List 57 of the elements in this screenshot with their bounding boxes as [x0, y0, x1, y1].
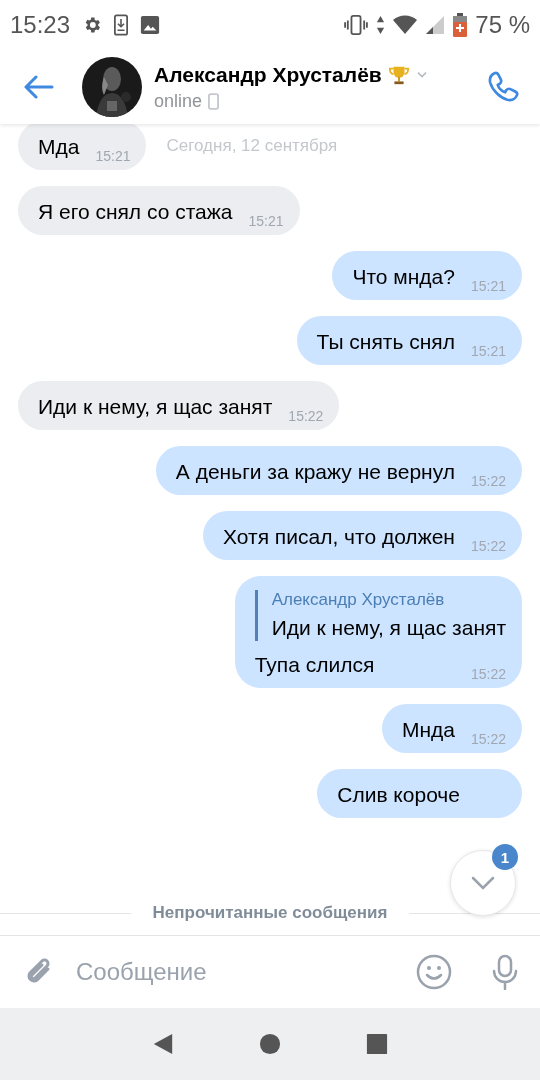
- clock-time: 15:23: [10, 11, 71, 39]
- outgoing-message[interactable]: Хотя писал, что должен 15:22: [203, 511, 522, 560]
- incoming-message[interactable]: Мда 15:21: [18, 121, 147, 170]
- data-arrows-icon: [376, 15, 386, 35]
- quoted-author: Александр Хрусталёв: [271, 590, 446, 610]
- message-time: 15:21: [95, 148, 131, 164]
- emoji-smile-icon[interactable]: [416, 954, 452, 990]
- chevron-down-icon[interactable]: [415, 70, 428, 79]
- outgoing-message[interactable]: Слив короче: [317, 769, 522, 818]
- outgoing-message[interactable]: Ты снять снял 15:21: [296, 316, 522, 365]
- microphone-icon[interactable]: [492, 954, 518, 990]
- message-text: Мнда: [401, 717, 455, 743]
- outgoing-message[interactable]: Что мнда? 15:21: [332, 251, 522, 300]
- outgoing-message[interactable]: Мнда 15:22: [381, 704, 522, 753]
- message-text: Я его снял со стажа: [38, 199, 233, 225]
- signal-icon: [425, 15, 446, 35]
- outgoing-message[interactable]: А деньги за кражу не вернул 15:22: [155, 446, 522, 495]
- message-time: 15:21: [248, 213, 284, 229]
- mobile-phone-icon: [208, 92, 220, 110]
- recents-square-icon[interactable]: [365, 1033, 388, 1055]
- message-text: Ты снять снял: [316, 329, 455, 355]
- unread-divider-label: Непрочитанные сообщения: [152, 903, 388, 923]
- image-icon: [140, 15, 161, 35]
- message-text: Хотя писал, что должен: [223, 524, 455, 550]
- message-time: 15:22: [470, 538, 506, 554]
- message-text: Мда: [38, 134, 80, 160]
- online-status: online: [154, 90, 203, 112]
- unread-count-badge: 1: [492, 844, 518, 870]
- chevron-down-icon: [471, 876, 495, 890]
- incoming-message[interactable]: Я его снял со стажа 15:21: [18, 186, 300, 235]
- incoming-message[interactable]: Иди к нему, я щас занят 15:22: [18, 381, 340, 430]
- message-text: Тупа слился: [254, 652, 375, 678]
- contact-name: Александр Хрусталёв: [154, 62, 382, 87]
- phone-download-icon: [114, 14, 129, 36]
- wifi-icon: [393, 15, 418, 35]
- outgoing-message[interactable]: Александр Хрусталёв Иди к нему, я щас занят Тупа слился 15:22: [234, 576, 522, 688]
- quoted-text: Иди к нему, я щас занят: [271, 615, 506, 641]
- vibrate-icon: [344, 15, 369, 35]
- message-text: Что мнда?: [352, 264, 455, 290]
- battery-icon: [453, 13, 468, 37]
- message-time: 15:22: [288, 408, 324, 424]
- message-time: 15:22: [470, 473, 506, 489]
- date-label: Сегодня, 12 сентября: [166, 135, 338, 156]
- home-circle-icon[interactable]: [259, 1033, 281, 1055]
- back-triangle-icon[interactable]: [152, 1032, 175, 1056]
- battery-percent: 75 %: [475, 11, 530, 39]
- message-text: Слив короче: [337, 782, 460, 808]
- message-time: 15:22: [470, 731, 506, 747]
- message-text: А деньги за кражу не вернул: [175, 459, 455, 485]
- message-time: 15:21: [470, 343, 506, 359]
- scroll-down-button[interactable]: [450, 850, 516, 916]
- back-arrow-icon[interactable]: [24, 75, 54, 99]
- phone-call-icon[interactable]: [486, 70, 520, 104]
- message-text: Иди к нему, я щас занят: [38, 394, 273, 420]
- message-time: 15:22: [470, 666, 506, 682]
- message-input[interactable]: Сообщение: [74, 957, 396, 987]
- message-time: 15:21: [470, 278, 506, 294]
